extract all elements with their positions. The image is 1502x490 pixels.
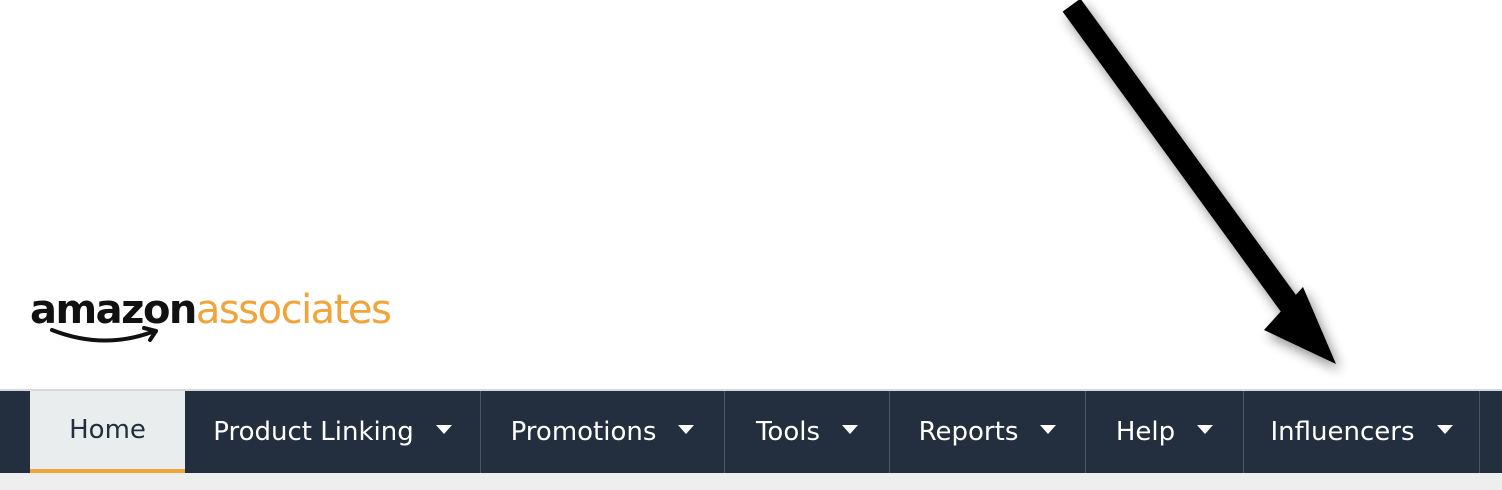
nav-item-product-linking[interactable]: Product Linking [185,391,481,473]
page: amazonassociates Home Product Linking Pr… [0,0,1502,490]
logo-associates-text: associates [195,287,392,333]
nav-item-help[interactable]: Help [1086,391,1244,473]
nav-item-label: Promotions [510,417,657,447]
nav-underbar [0,473,1502,490]
arrow-down-right-icon [1062,0,1336,364]
nav-item-label: Home [69,415,146,445]
nav-item-home[interactable]: Home [30,391,185,473]
nav-item-promotions[interactable]: Promotions [481,391,725,473]
caret-down-icon [842,424,859,434]
nav-item-label: Product Linking [213,417,414,447]
nav-item-label: Influencers [1270,417,1415,447]
caret-down-icon [1436,424,1453,434]
caret-down-icon [1040,424,1057,434]
nav-item-reports[interactable]: Reports [890,391,1086,473]
amazon-associates-logo[interactable]: amazonassociates [30,286,392,356]
nav-item-label: Reports [918,417,1019,447]
nav-item-tools[interactable]: Tools [725,391,890,473]
main-nav-bar: Home Product Linking Promotions Tools Re… [0,389,1502,473]
caret-down-icon [678,424,695,434]
nav-item-label: Tools [755,417,821,447]
nav-item-label: Help [1115,417,1176,447]
amazon-smile-icon [50,326,158,343]
nav-item-influencers[interactable]: Influencers [1244,391,1480,473]
caret-down-icon [435,424,452,434]
caret-down-icon [1197,424,1214,434]
